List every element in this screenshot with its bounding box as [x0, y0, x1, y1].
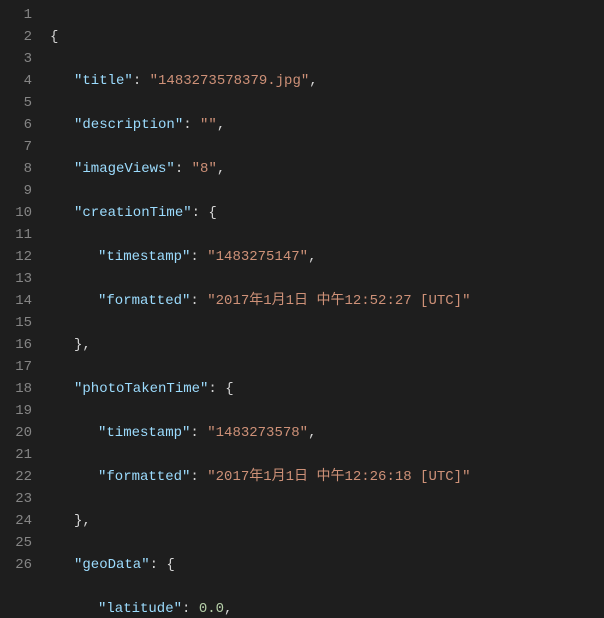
- json-key: "formatted": [98, 293, 190, 309]
- json-key: "timestamp": [98, 425, 190, 441]
- line-number: 13: [0, 268, 32, 290]
- line-number: 7: [0, 136, 32, 158]
- line-number: 6: [0, 114, 32, 136]
- line-number: 4: [0, 70, 32, 92]
- line-number: 22: [0, 466, 32, 488]
- line-number: 10: [0, 202, 32, 224]
- line-number-gutter: 1234567891011121314151617181920212223242…: [0, 0, 50, 618]
- line-number: 8: [0, 158, 32, 180]
- line-number: 23: [0, 488, 32, 510]
- line-number: 18: [0, 378, 32, 400]
- line-number: 15: [0, 312, 32, 334]
- line-number: 16: [0, 334, 32, 356]
- line-number: 9: [0, 180, 32, 202]
- code-editor[interactable]: 1234567891011121314151617181920212223242…: [0, 0, 604, 618]
- json-number: 0.0: [199, 601, 224, 617]
- code-content[interactable]: { "title": "1483273578379.jpg", "descrip…: [50, 0, 470, 618]
- line-number: 1: [0, 4, 32, 26]
- json-string: "8": [192, 161, 217, 177]
- json-string: "1483275147": [207, 249, 308, 265]
- line-number: 20: [0, 422, 32, 444]
- line-number: 2: [0, 26, 32, 48]
- json-key: "formatted": [98, 469, 190, 485]
- json-key: "title": [74, 73, 133, 89]
- json-key: "geoData": [74, 557, 150, 573]
- json-string: "1483273578379.jpg": [150, 73, 310, 89]
- json-string: "1483273578": [207, 425, 308, 441]
- json-string: "2017年1月1日 中午12:52:27 [UTC]": [207, 293, 470, 309]
- line-number: 21: [0, 444, 32, 466]
- json-key: "timestamp": [98, 249, 190, 265]
- line-number: 24: [0, 510, 32, 532]
- json-key: "photoTakenTime": [74, 381, 208, 397]
- line-number: 14: [0, 290, 32, 312]
- line-number: 25: [0, 532, 32, 554]
- line-number: 11: [0, 224, 32, 246]
- json-string: "2017年1月1日 中午12:26:18 [UTC]": [207, 469, 470, 485]
- json-key: "imageViews": [74, 161, 175, 177]
- json-string: "": [200, 117, 217, 133]
- json-key: "description": [74, 117, 183, 133]
- line-number: 5: [0, 92, 32, 114]
- line-number: 17: [0, 356, 32, 378]
- line-number: 26: [0, 554, 32, 576]
- line-number: 19: [0, 400, 32, 422]
- line-number: 12: [0, 246, 32, 268]
- line-number: 3: [0, 48, 32, 70]
- json-key: "creationTime": [74, 205, 192, 221]
- json-key: "latitude": [98, 601, 182, 617]
